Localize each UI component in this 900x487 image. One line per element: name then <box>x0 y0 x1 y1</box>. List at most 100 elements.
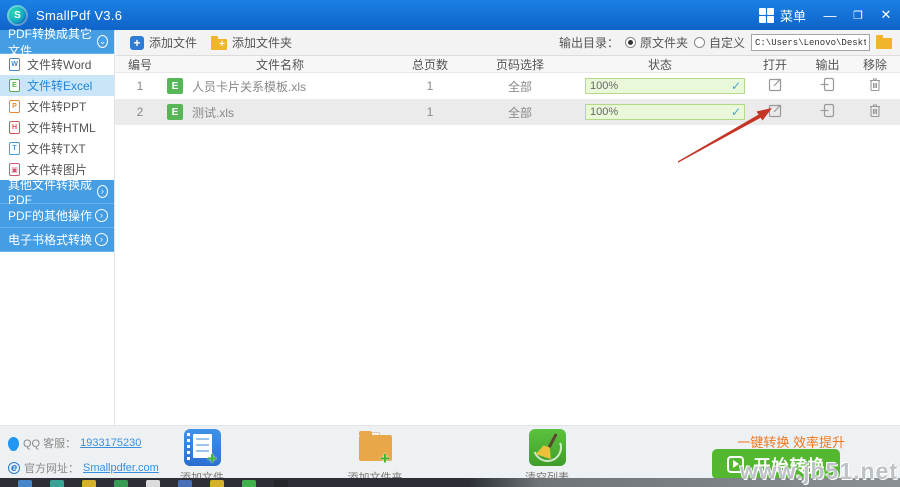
taskbar-app-icon[interactable] <box>114 480 128 487</box>
txt-file-icon: T <box>9 142 20 155</box>
browser-e-icon: e <box>8 462 20 474</box>
taskbar-app-icon[interactable] <box>274 480 288 487</box>
site-link[interactable]: Smallpdfer.com <box>83 462 159 474</box>
sidebar-item-label: 文件转HTML <box>27 121 96 135</box>
add-folder-action[interactable]: + 添加文件夹 <box>330 429 420 485</box>
sidebar-item-label: 文件转Excel <box>27 79 93 93</box>
sidebar-section-pdf-ops[interactable]: PDF的其他操作 › <box>0 204 114 228</box>
cell-filename: 测试.xls <box>192 105 235 120</box>
qq-number-link[interactable]: 1933175230 <box>80 437 141 449</box>
section-label: PDF转换成其它文件 <box>8 26 93 58</box>
excel-file-icon: E <box>9 79 20 92</box>
col-header-range: 页码选择 <box>495 58 544 72</box>
html-file-icon: H <box>9 121 20 134</box>
cell-filename: 人员卡片关系模板.xls <box>192 79 307 94</box>
output-dir-label: 输出目录： <box>558 36 619 50</box>
taskbar-app-icon[interactable] <box>242 480 256 487</box>
qq-penguin-icon <box>8 436 19 451</box>
cell-page-range[interactable]: 全部 <box>465 104 575 121</box>
radio-custom[interactable]: 自定义 <box>693 34 745 51</box>
excel-file-icon: E <box>167 78 183 94</box>
sidebar-item-to-excel[interactable]: E 文件转Excel <box>0 75 114 96</box>
browse-folder-icon[interactable] <box>876 35 892 49</box>
taskbar-app-icon[interactable] <box>146 480 160 487</box>
logo-letter: S <box>14 9 21 21</box>
col-header-output: 输出 <box>815 58 840 72</box>
section-label: 其他文件转换成PDF <box>8 178 93 207</box>
radio-custom-label: 自定义 <box>708 36 745 50</box>
taskbar-app-icon[interactable] <box>18 480 32 487</box>
check-icon: ✓ <box>730 105 741 119</box>
ppt-file-icon: P <box>9 100 20 113</box>
col-header-open: 打开 <box>762 58 787 72</box>
add-folder-big-icon: + <box>357 429 394 467</box>
cell-pages: 1 <box>426 79 434 93</box>
grid-menu-icon <box>758 7 774 23</box>
sidebar-item-label: 文件转TXT <box>27 142 86 156</box>
open-file-icon[interactable] <box>768 77 783 92</box>
sidebar: PDF转换成其它文件 ⌄ W 文件转Word E 文件转Excel P 文件转P… <box>0 27 115 425</box>
progress-bar: 100% ✓ <box>585 104 745 120</box>
taskbar-app-icon[interactable] <box>210 480 224 487</box>
add-file-button[interactable]: + 添加文件 <box>130 34 197 51</box>
radio-source-folder-icon <box>624 37 636 48</box>
sidebar-item-to-html[interactable]: H 文件转HTML <box>0 117 114 138</box>
sidebar-item-to-ppt[interactable]: P 文件转PPT <box>0 96 114 117</box>
radio-source-label: 原文件夹 <box>639 36 688 50</box>
cell-page-range[interactable]: 全部 <box>465 78 575 95</box>
col-header-remove: 移除 <box>862 58 887 72</box>
minimize-button[interactable]: — <box>816 0 844 30</box>
chevron-right-icon: › <box>95 233 108 246</box>
output-folder-icon[interactable] <box>820 103 835 118</box>
sidebar-item-label: 文件转PPT <box>27 100 87 114</box>
open-file-icon[interactable] <box>768 103 783 118</box>
sidebar-section-other-to-pdf[interactable]: 其他文件转换成PDF › <box>0 178 114 207</box>
qq-contact: QQ 客服： 1933175230 <box>8 435 141 451</box>
add-folder-label: 添加文件夹 <box>232 36 293 50</box>
col-header-pages: 总页数 <box>411 58 448 72</box>
taskbar-app-icon[interactable] <box>50 480 64 487</box>
cell-no: 2 <box>136 105 144 119</box>
chevron-down-icon: ⌄ <box>96 35 108 48</box>
add-file-action[interactable]: + 添加文件 <box>157 429 247 485</box>
clear-list-action[interactable]: 清空列表 <box>502 428 592 485</box>
add-folder-icon: + <box>211 35 228 50</box>
close-button[interactable]: ✕ <box>872 0 900 30</box>
menu-label: 菜单 <box>779 8 806 24</box>
sidebar-section-ebook[interactable]: 电子书格式转换 › <box>0 228 114 252</box>
trash-icon[interactable] <box>868 103 882 118</box>
site-label: 官方网址： <box>24 463 79 475</box>
app-window: S SmallPdf V3.6 菜单 — ❐ ✕ PDF转换成其它文件 ⌄ W … <box>0 0 900 487</box>
output-folder-icon[interactable] <box>820 77 835 92</box>
section-label: PDF的其他操作 <box>8 209 93 223</box>
image-file-icon: ▣ <box>9 163 20 176</box>
chevron-right-icon: › <box>95 209 108 222</box>
add-folder-button[interactable]: + 添加文件夹 <box>211 34 292 51</box>
col-header-no: 编号 <box>127 58 152 72</box>
table-row[interactable]: 1 E 人员卡片关系模板.xls 1 全部 100% ✓ <box>115 73 900 99</box>
website-contact: e 官方网址： Smallpdfer.com <box>8 460 159 476</box>
menu-button[interactable]: 菜单 <box>755 0 816 30</box>
output-dir-group: 输出目录： 原文件夹 自定义 <box>559 34 892 51</box>
cell-pages: 1 <box>426 105 434 119</box>
trash-icon[interactable] <box>868 77 882 92</box>
app-logo-icon: S <box>7 4 28 26</box>
chevron-right-icon: › <box>96 185 108 198</box>
output-path-input[interactable] <box>751 34 870 51</box>
radio-source-folder[interactable]: 原文件夹 <box>624 34 688 51</box>
sidebar-item-to-txt[interactable]: T 文件转TXT <box>0 138 114 159</box>
check-icon: ✓ <box>730 79 741 93</box>
cell-no: 1 <box>136 79 144 93</box>
taskbar-app-icon[interactable] <box>82 480 96 487</box>
word-file-icon: W <box>9 58 20 71</box>
taskbar-app-icon[interactable] <box>178 480 192 487</box>
sidebar-section-pdf-to-other[interactable]: PDF转换成其它文件 ⌄ <box>0 27 114 58</box>
col-header-status: 状态 <box>647 58 672 72</box>
maximize-button[interactable]: ❐ <box>844 0 872 30</box>
add-file-big-icon: + <box>183 429 221 467</box>
radio-custom-icon <box>693 37 705 48</box>
progress-bar: 100% ✓ <box>585 78 745 94</box>
table-header: 编号 文件名称 总页数 页码选择 状态 打开 输出 移除 <box>115 56 900 73</box>
table-row[interactable]: 2 E 测试.xls 1 全部 100% ✓ <box>115 99 900 125</box>
watermark: www.jb51.net <box>739 458 898 484</box>
